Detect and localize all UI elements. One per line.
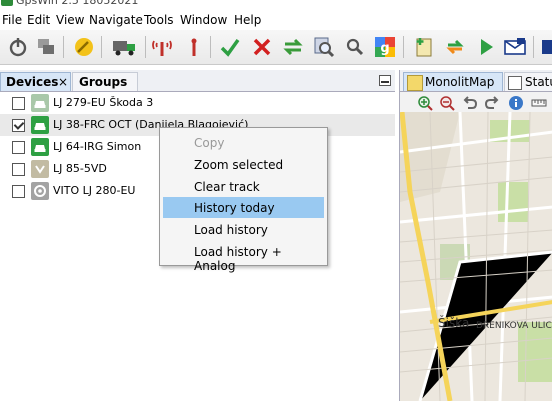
car-icon bbox=[31, 138, 49, 156]
device-label: VITO LJ 280-EU bbox=[53, 184, 136, 197]
menu-edit[interactable]: Edit bbox=[27, 13, 50, 27]
menu-item-label: Load history bbox=[194, 223, 268, 237]
map-view[interactable]: Šiška DRENIKOVA ULICA bbox=[400, 112, 552, 401]
pencil-icon[interactable] bbox=[72, 35, 96, 59]
map-label-district: Šiška bbox=[438, 315, 469, 330]
device-label: LJ 64-IRG Simon bbox=[53, 140, 142, 153]
device-label: LJ 85-5VD bbox=[53, 162, 107, 175]
menu-item-label: Clear track bbox=[194, 180, 260, 194]
gear-icon bbox=[31, 182, 49, 200]
menu-item-zoom-selected[interactable]: Zoom selected bbox=[163, 154, 324, 175]
map-label-street: DRENIKOVA ULICA bbox=[476, 321, 552, 331]
power-icon[interactable] bbox=[6, 35, 30, 59]
menu-help[interactable]: Help bbox=[234, 13, 261, 27]
app-icon bbox=[1, 0, 13, 6]
window-title: GpsWin 2.5 18052021 bbox=[16, 0, 139, 7]
svg-text:g: g bbox=[380, 41, 389, 56]
device-label: LJ 279-EU Škoda 3 bbox=[53, 96, 154, 109]
swap-arrows-icon[interactable] bbox=[281, 35, 305, 59]
device-checkbox[interactable] bbox=[12, 119, 25, 132]
device-row[interactable]: LJ 279-EU Škoda 3 bbox=[0, 92, 395, 114]
device-checkbox[interactable] bbox=[12, 185, 25, 198]
car-icon bbox=[31, 94, 49, 112]
toolbar: g bbox=[0, 30, 552, 65]
menu-window[interactable]: Window bbox=[180, 13, 227, 27]
tab-monolitmap-label: MonolitMap bbox=[425, 75, 495, 89]
menu-item-load-history-analog[interactable]: Load history + Analog bbox=[163, 241, 324, 273]
menu-item-label: Zoom selected bbox=[194, 158, 284, 172]
arrow-down-icon bbox=[31, 160, 49, 178]
antenna-icon[interactable] bbox=[150, 35, 174, 59]
device-checkbox[interactable] bbox=[12, 163, 25, 176]
monitor-icon[interactable] bbox=[34, 35, 58, 59]
device-checkbox[interactable] bbox=[12, 141, 25, 154]
menu-item-clear-track[interactable]: Clear track bbox=[163, 176, 324, 197]
tab-groups[interactable]: Groups bbox=[72, 72, 138, 91]
tab-devices[interactable]: Devices × bbox=[0, 72, 71, 91]
menu-item-load-history[interactable]: Load history bbox=[163, 219, 324, 240]
checkmark-icon[interactable] bbox=[218, 35, 242, 59]
truck-icon[interactable] bbox=[110, 35, 140, 59]
menu-item-label: Load history + Analog bbox=[194, 245, 282, 273]
toolbar-separator bbox=[533, 36, 534, 58]
tab-status[interactable]: Statu bbox=[504, 72, 552, 91]
menu-file[interactable]: File bbox=[2, 13, 22, 27]
antenna-small-icon[interactable] bbox=[182, 35, 206, 59]
refresh-arrows-icon[interactable] bbox=[443, 35, 467, 59]
close-x-icon[interactable] bbox=[250, 35, 274, 59]
tab-status-label: Statu bbox=[525, 75, 552, 89]
toolbar-separator bbox=[101, 36, 102, 58]
minimize-panel-icon[interactable] bbox=[379, 75, 391, 86]
menu-tools[interactable]: Tools bbox=[144, 13, 174, 27]
menu-item-history-today[interactable]: History today bbox=[163, 197, 324, 218]
menu-navigate[interactable]: Navigate bbox=[89, 13, 143, 27]
title-bar: GpsWin 2.5 18052021 bbox=[0, 0, 552, 10]
menu-item-copy: Copy bbox=[163, 132, 324, 153]
device-checkbox[interactable] bbox=[12, 97, 25, 110]
toolbar-separator bbox=[403, 36, 404, 58]
tab-monolitmap[interactable]: MonolitMap bbox=[403, 72, 503, 91]
play-icon[interactable] bbox=[474, 35, 498, 59]
tab-close-icon[interactable]: × bbox=[58, 73, 68, 91]
map-panel: MonolitMap Statu bbox=[399, 70, 552, 401]
add-doc-icon[interactable] bbox=[412, 35, 436, 59]
cut-off-icon[interactable] bbox=[539, 35, 552, 59]
menu-item-label: Copy bbox=[194, 136, 225, 150]
tab-groups-label: Groups bbox=[79, 75, 128, 89]
google-icon[interactable]: g bbox=[373, 35, 397, 59]
devices-tabbar: Devices × Groups bbox=[0, 70, 395, 92]
map-canvas: Šiška DRENIKOVA ULICA bbox=[400, 112, 552, 401]
map-tab-icon bbox=[407, 75, 423, 91]
tab-devices-label: Devices bbox=[6, 75, 59, 89]
car-icon bbox=[31, 116, 49, 134]
toolbar-separator bbox=[210, 36, 211, 58]
table-icon bbox=[508, 76, 522, 90]
mail-icon[interactable] bbox=[503, 35, 527, 59]
menu-view[interactable]: View bbox=[56, 13, 84, 27]
menu-item-label: History today bbox=[194, 201, 275, 215]
zoom-doc-icon[interactable] bbox=[312, 35, 336, 59]
map-toolbar bbox=[400, 92, 552, 112]
context-menu: Copy Zoom selected Clear track History t… bbox=[159, 127, 328, 273]
menu-bar: File Edit View Navigate Tools Window Hel… bbox=[0, 10, 552, 30]
user-search-icon[interactable] bbox=[343, 35, 367, 59]
map-tabbar: MonolitMap Statu bbox=[400, 70, 552, 92]
toolbar-separator bbox=[63, 36, 64, 58]
toolbar-separator bbox=[145, 36, 146, 58]
